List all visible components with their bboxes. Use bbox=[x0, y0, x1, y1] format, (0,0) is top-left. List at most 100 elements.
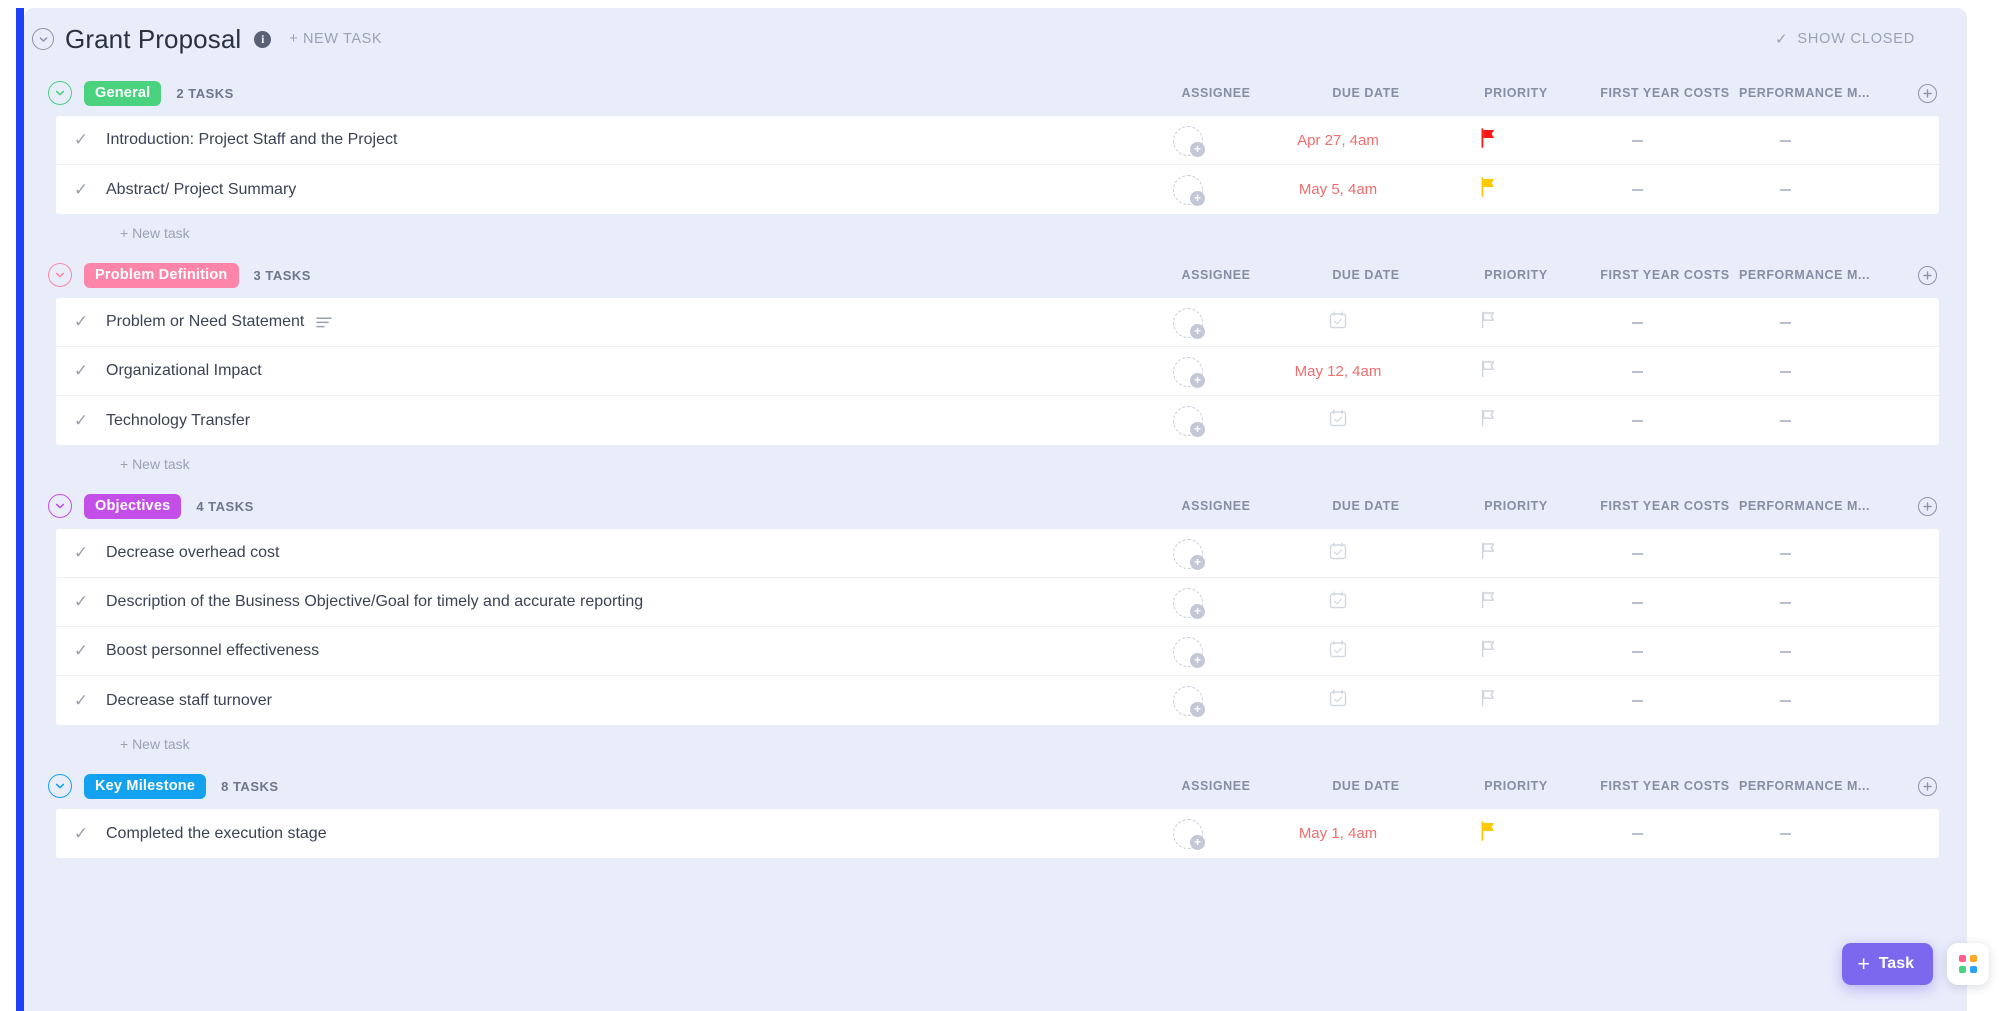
due-date-value[interactable]: May 5, 4am bbox=[1299, 181, 1377, 198]
group-status-pill[interactable]: Objectives bbox=[84, 494, 181, 519]
task-name[interactable]: Boost personnel effectiveness bbox=[106, 642, 319, 660]
column-header-assignee[interactable]: ASSIGNEE bbox=[1141, 268, 1291, 282]
assignee-cell[interactable]: + bbox=[1113, 676, 1263, 725]
group-status-pill[interactable]: Problem Definition bbox=[84, 263, 239, 288]
task-status-check-icon[interactable]: ✓ bbox=[56, 824, 106, 844]
info-icon[interactable]: i bbox=[254, 31, 271, 48]
priority-cell[interactable] bbox=[1413, 578, 1563, 627]
due-date-cell[interactable] bbox=[1263, 529, 1413, 578]
due-date-value[interactable]: May 1, 4am bbox=[1299, 825, 1377, 842]
description-icon[interactable] bbox=[316, 316, 332, 329]
task-status-check-icon[interactable]: ✓ bbox=[56, 312, 106, 332]
table-row[interactable]: ✓Decrease overhead cost+ bbox=[56, 529, 1939, 578]
assignee-cell[interactable]: + bbox=[1113, 529, 1263, 578]
first-year-costs-cell[interactable] bbox=[1563, 116, 1711, 165]
add-task-inline-button[interactable]: + New task bbox=[24, 214, 1967, 252]
column-header-first-year-costs[interactable]: FIRST YEAR COSTS bbox=[1591, 268, 1739, 282]
first-year-costs-cell[interactable] bbox=[1563, 165, 1711, 214]
add-task-fab[interactable]: + Task bbox=[1842, 943, 1933, 985]
calendar-icon[interactable] bbox=[1327, 407, 1349, 434]
priority-cell[interactable] bbox=[1413, 298, 1563, 347]
due-date-cell[interactable] bbox=[1263, 627, 1413, 676]
first-year-costs-cell[interactable] bbox=[1563, 809, 1711, 858]
performance-cell[interactable] bbox=[1711, 529, 1859, 578]
calendar-icon[interactable] bbox=[1327, 687, 1349, 714]
due-date-cell[interactable] bbox=[1263, 298, 1413, 347]
task-name[interactable]: Problem or Need Statement bbox=[106, 313, 332, 331]
priority-cell[interactable] bbox=[1413, 116, 1563, 165]
column-header-due-date[interactable]: DUE DATE bbox=[1291, 499, 1441, 513]
task-name[interactable]: Organizational Impact bbox=[106, 362, 262, 380]
due-date-cell[interactable] bbox=[1263, 396, 1413, 445]
priority-cell[interactable] bbox=[1413, 627, 1563, 676]
assignee-cell[interactable]: + bbox=[1113, 347, 1263, 396]
column-header-performance[interactable]: PERFORMANCE M... bbox=[1739, 268, 1887, 282]
due-date-value[interactable]: Apr 27, 4am bbox=[1297, 132, 1379, 149]
calendar-icon[interactable] bbox=[1327, 638, 1349, 665]
assignee-cell[interactable]: + bbox=[1113, 809, 1263, 858]
column-header-performance[interactable]: PERFORMANCE M... bbox=[1739, 499, 1887, 513]
performance-cell[interactable] bbox=[1711, 676, 1859, 725]
column-header-performance[interactable]: PERFORMANCE M... bbox=[1739, 86, 1887, 100]
collapse-list-chevron-icon[interactable] bbox=[32, 28, 54, 50]
table-row[interactable]: ✓Introduction: Project Staff and the Pro… bbox=[56, 116, 1939, 165]
performance-cell[interactable] bbox=[1711, 347, 1859, 396]
performance-cell[interactable] bbox=[1711, 116, 1859, 165]
table-row[interactable]: ✓Technology Transfer+ bbox=[56, 396, 1939, 445]
add-task-inline-button[interactable]: + New task bbox=[24, 725, 1967, 763]
group-status-pill[interactable]: Key Milestone bbox=[84, 774, 206, 799]
group-collapse-chevron-icon[interactable] bbox=[48, 494, 72, 518]
due-date-cell[interactable]: May 5, 4am bbox=[1263, 165, 1413, 214]
assignee-cell[interactable]: + bbox=[1113, 116, 1263, 165]
performance-cell[interactable] bbox=[1711, 298, 1859, 347]
table-row[interactable]: ✓Organizational Impact +May 12, 4am bbox=[56, 347, 1939, 396]
column-header-priority[interactable]: PRIORITY bbox=[1441, 268, 1591, 282]
due-date-cell[interactable]: May 1, 4am bbox=[1263, 809, 1413, 858]
due-date-cell[interactable]: Apr 27, 4am bbox=[1263, 116, 1413, 165]
assignee-cell[interactable]: + bbox=[1113, 578, 1263, 627]
task-name[interactable]: Description of the Business Objective/Go… bbox=[106, 593, 643, 611]
group-status-pill[interactable]: General bbox=[84, 81, 161, 106]
due-date-cell[interactable] bbox=[1263, 578, 1413, 627]
task-status-check-icon[interactable]: ✓ bbox=[56, 592, 106, 612]
priority-cell[interactable] bbox=[1413, 809, 1563, 858]
table-row[interactable]: ✓Completed the execution stage + May 1, 4a… bbox=[56, 809, 1939, 858]
column-header-assignee[interactable]: ASSIGNEE bbox=[1141, 86, 1291, 100]
performance-cell[interactable] bbox=[1711, 627, 1859, 676]
assignee-cell[interactable]: + bbox=[1113, 396, 1263, 445]
column-header-due-date[interactable]: DUE DATE bbox=[1291, 86, 1441, 100]
task-name[interactable]: Completed the execution stage bbox=[106, 825, 327, 843]
task-status-check-icon[interactable]: ✓ bbox=[56, 411, 106, 431]
due-date-cell[interactable]: May 12, 4am bbox=[1263, 347, 1413, 396]
column-header-priority[interactable]: PRIORITY bbox=[1441, 499, 1591, 513]
first-year-costs-cell[interactable] bbox=[1563, 627, 1711, 676]
task-status-check-icon[interactable]: ✓ bbox=[56, 543, 106, 563]
group-collapse-chevron-icon[interactable] bbox=[48, 81, 72, 105]
column-header-performance[interactable]: PERFORMANCE M... bbox=[1739, 779, 1887, 793]
table-row[interactable]: ✓Decrease staff turnover+ bbox=[56, 676, 1939, 725]
task-name[interactable]: Introduction: Project Staff and the Proj… bbox=[106, 131, 397, 149]
first-year-costs-cell[interactable] bbox=[1563, 347, 1711, 396]
new-task-header-button[interactable]: + NEW TASK bbox=[289, 31, 382, 47]
column-header-first-year-costs[interactable]: FIRST YEAR COSTS bbox=[1591, 779, 1739, 793]
table-row[interactable]: ✓Boost personnel effectiveness+ bbox=[56, 627, 1939, 676]
priority-cell[interactable] bbox=[1413, 396, 1563, 445]
group-collapse-chevron-icon[interactable] bbox=[48, 263, 72, 287]
task-status-check-icon[interactable]: ✓ bbox=[56, 641, 106, 661]
apps-launcher-button[interactable] bbox=[1947, 943, 1989, 985]
first-year-costs-cell[interactable] bbox=[1563, 676, 1711, 725]
task-name[interactable]: Abstract/ Project Summary bbox=[106, 181, 296, 199]
task-status-check-icon[interactable]: ✓ bbox=[56, 180, 106, 200]
first-year-costs-cell[interactable] bbox=[1563, 298, 1711, 347]
column-header-assignee[interactable]: ASSIGNEE bbox=[1141, 499, 1291, 513]
column-header-first-year-costs[interactable]: FIRST YEAR COSTS bbox=[1591, 499, 1739, 513]
add-task-inline-button[interactable]: + New task bbox=[24, 445, 1967, 483]
priority-cell[interactable] bbox=[1413, 165, 1563, 214]
priority-cell[interactable] bbox=[1413, 529, 1563, 578]
task-status-check-icon[interactable]: ✓ bbox=[56, 691, 106, 711]
column-header-priority[interactable]: PRIORITY bbox=[1441, 86, 1591, 100]
table-row[interactable]: ✓Abstract/ Project Summary+May 5, 4am bbox=[56, 165, 1939, 214]
show-closed-toggle[interactable]: ✓ SHOW CLOSED bbox=[1775, 30, 1915, 48]
add-column-button[interactable] bbox=[1887, 84, 1967, 103]
task-status-check-icon[interactable]: ✓ bbox=[56, 361, 106, 381]
